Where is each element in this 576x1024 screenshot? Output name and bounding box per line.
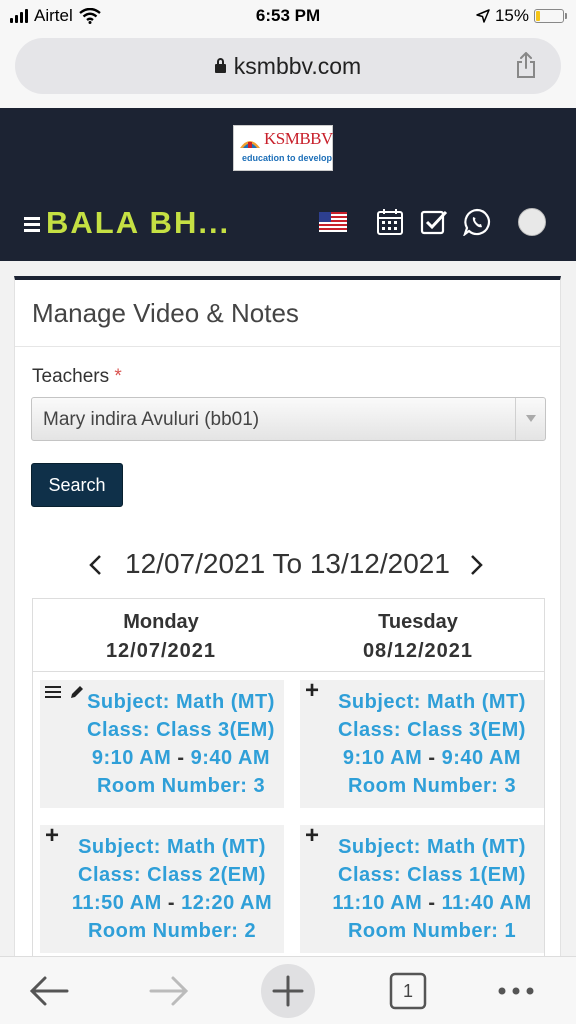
logo-tagline: education to develop	[242, 153, 333, 163]
page-title: Manage Video & Notes	[32, 298, 299, 328]
whatsapp-icon[interactable]	[463, 208, 491, 236]
status-right: 15%	[476, 6, 567, 26]
day-header-monday: Monday 12/07/2021	[105, 611, 217, 662]
logo-mark-icon	[240, 141, 260, 148]
us-flag-icon[interactable]	[319, 212, 347, 232]
back-arrow-icon[interactable]	[21, 967, 77, 1015]
title-divider	[15, 346, 560, 347]
manage-card: Manage Video & Notes Teachers * Mary ind…	[14, 276, 561, 956]
slot-time: 9:10 AM - 9:40 AM	[342, 747, 522, 769]
slot-class: Class: Class 2(EM)	[78, 864, 266, 886]
add-icon[interactable]: +	[45, 822, 59, 850]
share-icon[interactable]	[515, 52, 537, 78]
slot-details[interactable]: Subject: Math (MT) Class: Class 3(EM) 9:…	[320, 688, 544, 800]
range-end: 13/12/2021	[309, 548, 450, 579]
url-text: ksmbbv.com	[233, 53, 362, 79]
menu-toggle-icon[interactable]	[24, 217, 40, 232]
calendar-icon[interactable]	[376, 208, 404, 236]
day-header-tuesday: Tuesday 08/12/2021	[362, 611, 474, 662]
schedule-slot[interactable]: + Subject: Math (MT) Class: Class 2(EM) …	[40, 822, 284, 953]
range-start: 12/07/2021	[125, 548, 266, 579]
checkbox-icon[interactable]	[420, 208, 448, 236]
chevron-down-icon[interactable]	[515, 398, 545, 440]
battery-level	[536, 11, 540, 21]
search-button[interactable]: Search	[31, 463, 123, 507]
slot-room: Room Number: 3	[347, 775, 517, 797]
battery-percent: 15%	[494, 6, 529, 25]
slot-class: Class: Class 3(EM)	[87, 719, 275, 741]
browser-url-row: ksmbbv.com	[0, 34, 576, 108]
slot-details[interactable]: Subject: Math (MT) Class: Class 3(EM) 9:…	[68, 688, 294, 800]
address-bar[interactable]: ksmbbv.com	[15, 38, 561, 94]
slot-subject: Subject: Math (MT)	[338, 691, 526, 713]
slot-time: 11:50 AM - 12:20 AM	[71, 892, 273, 914]
site-logo[interactable]: KSMBBV education to develop	[233, 125, 333, 171]
slot-class: Class: Class 1(EM)	[338, 864, 526, 886]
schedule-slot[interactable]: Subject: Math (MT) Class: Class 3(EM) 9:…	[40, 680, 284, 808]
browser-toolbar: 1	[0, 956, 576, 1024]
range-to: To	[272, 548, 303, 579]
schedule-slot[interactable]: + Subject: Math (MT) Class: Class 1(EM) …	[300, 822, 544, 953]
schedule-table: Monday 12/07/2021 Tuesday 08/12/2021 Sub…	[32, 598, 545, 956]
new-tab-icon[interactable]	[260, 963, 316, 1019]
lock-icon	[214, 58, 226, 73]
slot-room: Room Number: 1	[347, 920, 517, 942]
user-avatar[interactable]	[518, 208, 546, 236]
add-icon[interactable]: +	[305, 677, 319, 705]
more-options-icon[interactable]	[488, 967, 544, 1015]
teacher-select-value: Mary indira Avuluri (bb01)	[43, 409, 260, 430]
tab-switcher[interactable]: 1	[380, 967, 436, 1015]
slot-class: Class: Class 3(EM)	[338, 719, 526, 741]
battery-icon	[534, 9, 567, 23]
slot-details[interactable]: Subject: Math (MT) Class: Class 2(EM) 11…	[60, 833, 284, 945]
schedule-slot[interactable]: + Subject: Math (MT) Class: Class 3(EM) …	[300, 677, 544, 808]
tab-count: 1	[402, 981, 413, 1001]
brand-title[interactable]: BALA BH...	[46, 205, 230, 241]
slot-subject: Subject: Math (MT)	[338, 836, 526, 858]
slot-time: 11:10 AM - 11:40 AM	[332, 892, 532, 914]
teachers-label: Teachers *	[32, 366, 122, 387]
slot-room: Room Number: 2	[87, 920, 257, 942]
menu-icon[interactable]	[45, 686, 61, 699]
slot-room: Room Number: 3	[96, 775, 266, 797]
url-display[interactable]: ksmbbv.com	[15, 53, 561, 80]
slot-subject: Subject: Math (MT)	[87, 691, 275, 713]
slot-subject: Subject: Math (MT)	[78, 836, 266, 858]
slot-time: 9:10 AM - 9:40 AM	[91, 747, 271, 769]
status-bar: Airtel 6:53 PM 15%	[0, 0, 576, 34]
main-content: Manage Video & Notes Teachers * Mary ind…	[0, 261, 576, 956]
teacher-select[interactable]: Mary indira Avuluri (bb01)	[31, 397, 546, 441]
required-mark: *	[114, 366, 122, 387]
forward-arrow-icon[interactable]	[141, 967, 197, 1015]
slot-details[interactable]: Subject: Math (MT) Class: Class 1(EM) 11…	[320, 833, 544, 945]
chevron-right-icon[interactable]	[470, 554, 484, 576]
logo-text: KSMBBV	[264, 129, 333, 148]
add-icon[interactable]: +	[305, 822, 319, 850]
app-header: KSMBBV education to develop BALA BH...	[0, 108, 576, 261]
header-divider	[33, 671, 544, 672]
location-arrow-icon	[476, 9, 490, 23]
